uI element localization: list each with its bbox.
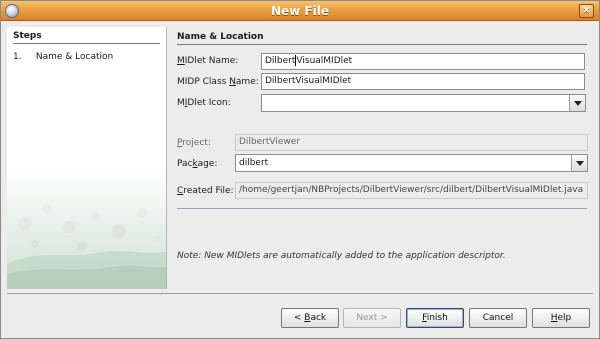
midlet-name-label: MIDlet Name:: [177, 56, 238, 66]
back-label-rest: ack: [310, 313, 327, 323]
title-bar[interactable]: New File ×: [1, 1, 599, 21]
midlet-name-label-rest: IDlet Name:: [184, 56, 239, 66]
midp-class-name-label-rest: ame:: [235, 77, 259, 87]
section-divider: [177, 44, 587, 45]
midlet-icon-label-pre: M: [177, 98, 185, 108]
project-field: DilbertViewer: [235, 134, 588, 151]
steps-panel: Steps 1. Name & Location: [7, 27, 167, 289]
created-file-field: /home/geertjan/NBProjects/DilbertViewer/…: [235, 182, 588, 199]
created-file-divider: [177, 208, 587, 209]
created-file-label-rest: reated File:: [183, 186, 234, 196]
back-label-pre: <: [293, 313, 305, 323]
finish-label-rest: inish: [426, 313, 448, 323]
midlet-name-input[interactable]: DilbertVisualMIDlet: [261, 53, 585, 70]
package-value: dilbert: [239, 158, 269, 168]
cancel-button[interactable]: Cancel: [469, 308, 527, 328]
created-file-label: Created File:: [177, 186, 234, 196]
step-item-name-location: 1. Name & Location: [13, 52, 113, 62]
midlet-name-value-after-caret: VisualMIDlet: [296, 56, 353, 66]
midp-class-name-label: MIDP Class Name:: [177, 77, 259, 87]
back-button[interactable]: < Back: [281, 308, 339, 328]
midlet-icon-label: MIDlet Icon:: [177, 98, 231, 108]
chevron-down-icon[interactable]: [569, 95, 585, 111]
close-icon[interactable]: ×: [579, 4, 594, 18]
steps-title: Steps: [13, 31, 42, 41]
package-label-pre: Pac: [177, 159, 193, 169]
note-text: Note: New MIDlets are automatically adde…: [177, 251, 506, 261]
midlet-icon-combobox[interactable]: [261, 94, 586, 112]
next-button[interactable]: Next >: [343, 308, 401, 328]
help-button[interactable]: Help: [532, 308, 590, 328]
section-title: Name & Location: [177, 32, 264, 42]
step-label: Name & Location: [35, 52, 114, 62]
project-label: Project:: [177, 138, 211, 148]
chevron-down-icon[interactable]: [571, 155, 587, 171]
midp-class-name-mnemonic: N: [229, 77, 236, 87]
new-file-dialog: New File × Steps 1. Name & Location Name…: [0, 0, 600, 339]
package-label: Package:: [177, 159, 217, 169]
steps-divider: [13, 43, 160, 44]
package-label-rest: age:: [197, 159, 218, 169]
step-number: 1.: [13, 52, 22, 62]
help-label-rest: elp: [557, 313, 572, 323]
midlet-name-value-before-caret: Dilbert: [265, 56, 296, 66]
dialog-title: New File: [270, 4, 329, 18]
button-bar-divider: [7, 293, 593, 294]
midp-class-name-label-pre: MIDP Class: [177, 77, 230, 87]
midp-class-name-input[interactable]: DilbertVisualMIDlet: [261, 73, 585, 90]
decorative-bubbles-art: [7, 169, 166, 289]
midlet-icon-label-rest: Dlet Icon:: [187, 98, 231, 108]
finish-button[interactable]: Finish: [406, 308, 464, 328]
help-mnemonic: H: [550, 313, 558, 323]
project-label-rest: roject:: [182, 138, 211, 148]
package-combobox[interactable]: dilbert: [235, 154, 588, 172]
midlet-name-mnemonic: M: [177, 56, 185, 66]
